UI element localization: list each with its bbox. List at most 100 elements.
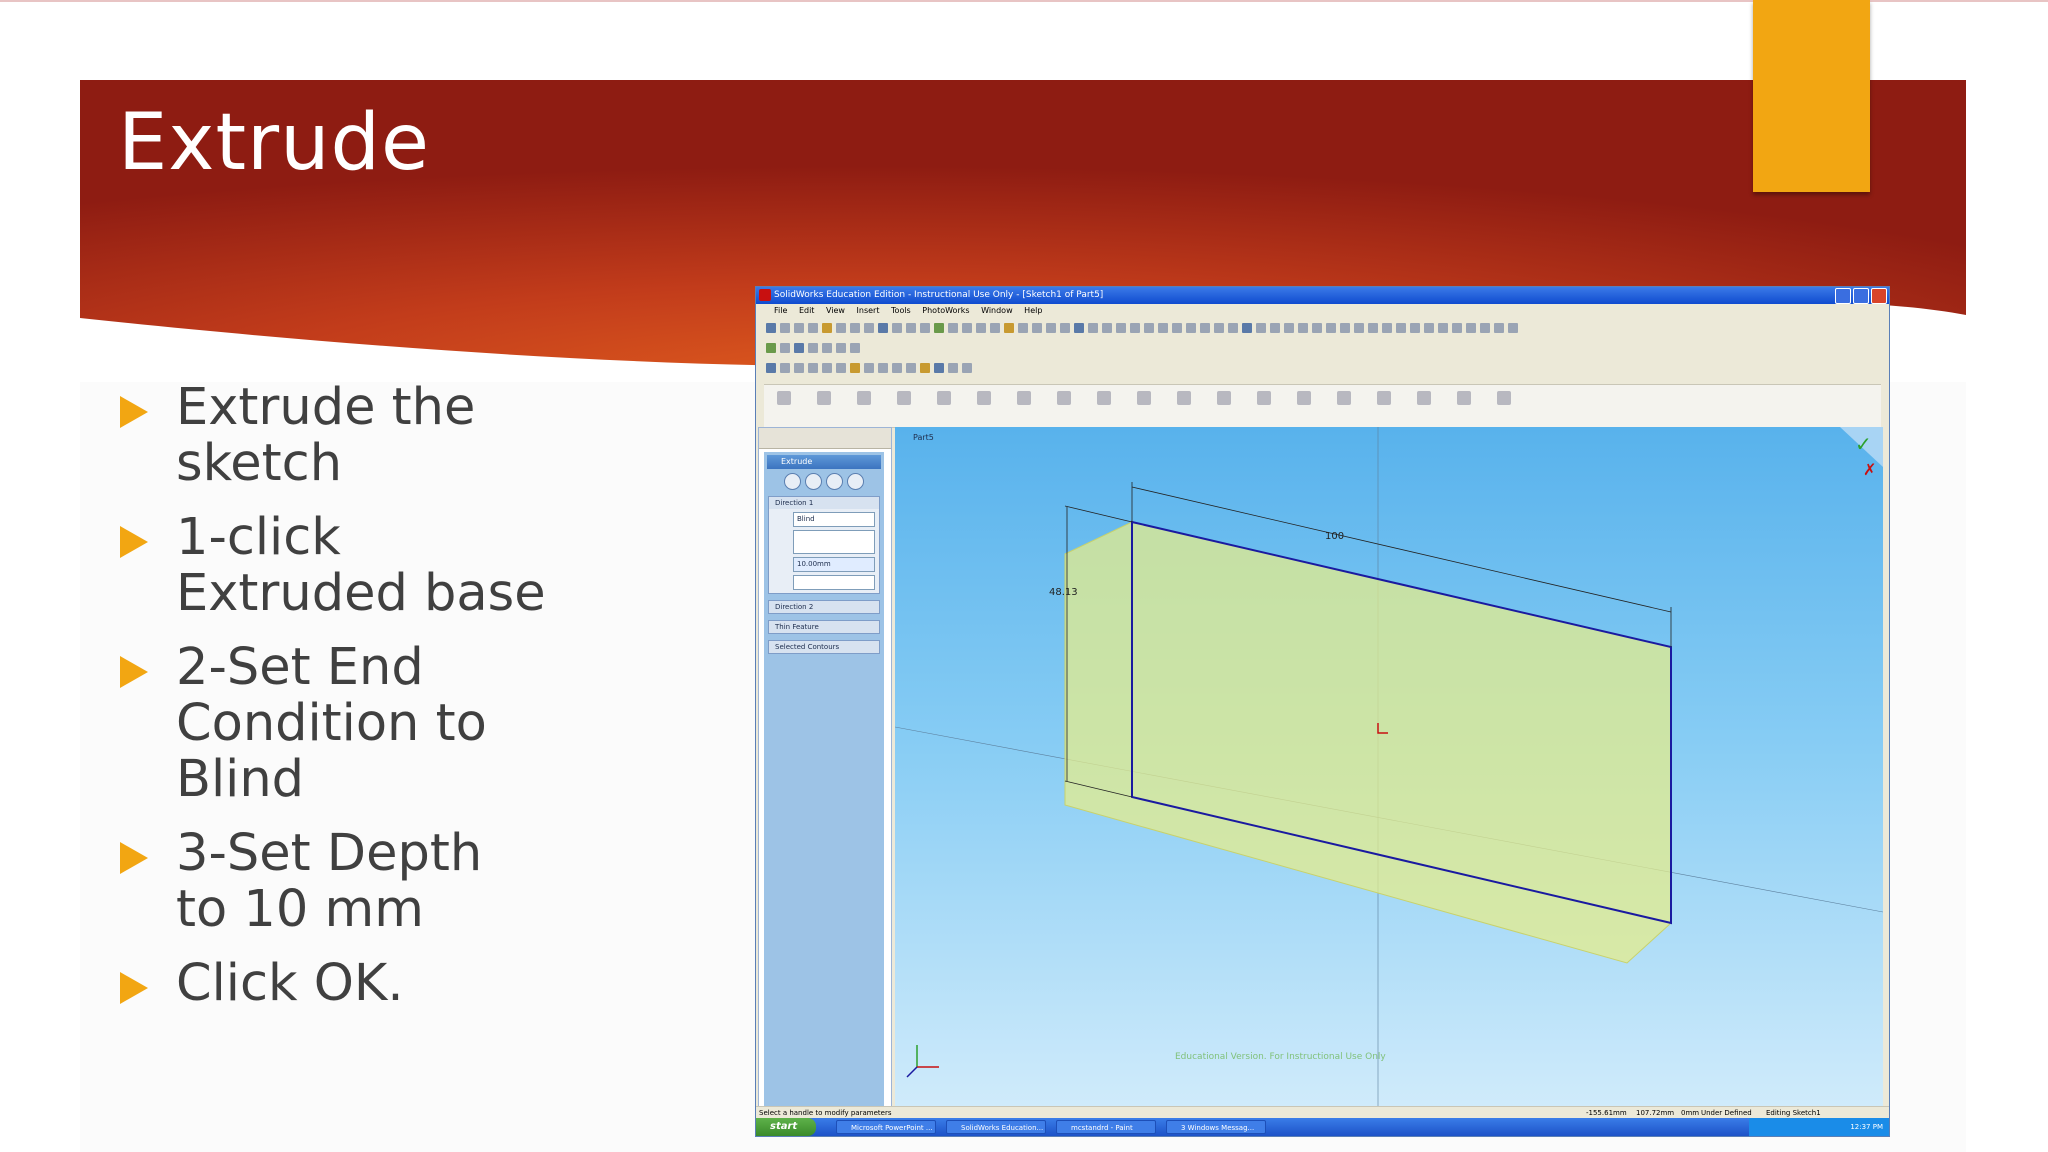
extruded-boss-icon[interactable] (857, 391, 871, 405)
linear-pattern-icon[interactable] (1337, 391, 1351, 405)
status-hint: Select a handle to modify parameters (759, 1109, 892, 1117)
feature-manager-panel: Extrude Direction 1 Blind 10.00mm Direct… (758, 427, 892, 1119)
educational-watermark: Educational Version. For Instructional U… (1175, 1052, 1386, 1062)
ok-button[interactable] (784, 473, 801, 490)
thin-feature-group[interactable]: Thin Feature (768, 620, 880, 634)
bullet-item: 1-click Extruded base (118, 510, 548, 622)
draft-icon[interactable] (1257, 391, 1271, 405)
window-title-bar: SolidWorks Education Edition - Instructi… (756, 287, 1889, 304)
accent-tab (1753, 0, 1870, 192)
confirm-cancel-icon[interactable]: ✗ (1863, 460, 1876, 479)
end-condition-select[interactable]: Blind (793, 512, 875, 527)
bullet-text: Click OK. (176, 954, 404, 1013)
direction-reference-field[interactable] (793, 530, 875, 554)
direction2-header[interactable]: Direction 2 (769, 601, 879, 613)
close-button[interactable] (1871, 288, 1887, 304)
minimize-button[interactable] (1835, 288, 1851, 304)
width-dimension[interactable]: 100 (1325, 531, 1344, 542)
bullet-arrow-icon (120, 396, 148, 428)
window-controls (1835, 288, 1887, 304)
slide-title: Extrude (118, 98, 431, 188)
taskbar-item[interactable]: SolidWorks Education... (946, 1120, 1046, 1134)
confirm-ok-icon[interactable]: ✓ (1855, 432, 1872, 456)
menu-edit[interactable]: Edit (799, 306, 815, 315)
bullet-text: 3-Set Depth to 10 mm (176, 824, 483, 939)
chamfer-icon[interactable] (1137, 391, 1151, 405)
menu-bar: File Edit View Insert Tools PhotoWorks W… (756, 304, 1889, 318)
top-border (0, 0, 2048, 2)
circular-pattern-icon[interactable] (1377, 391, 1391, 405)
bullet-arrow-icon (120, 972, 148, 1004)
bullet-text: 2-Set End Condition to Blind (176, 638, 487, 809)
standard-toolbar (764, 320, 1881, 336)
bullet-text: Extrude the sketch (176, 378, 476, 493)
thin-feature-header[interactable]: Thin Feature (769, 621, 879, 633)
sketch-icon[interactable] (817, 391, 831, 405)
extrude-property-manager: Extrude Direction 1 Blind 10.00mm Direct… (764, 452, 884, 1112)
direction1-group: Direction 1 Blind 10.00mm (768, 496, 880, 594)
sketch-toolbar (764, 340, 964, 356)
revolved-boss-icon[interactable] (937, 391, 951, 405)
taskbar-item[interactable]: Microsoft PowerPoint ... (836, 1120, 936, 1134)
bullet-arrow-icon (120, 842, 148, 874)
system-tray: 12:37 PM (1749, 1118, 1889, 1136)
window-title: SolidWorks Education Edition - Instructi… (774, 290, 1104, 300)
rib-icon[interactable] (1177, 391, 1191, 405)
menu-help[interactable]: Help (1024, 306, 1042, 315)
reference-geometry-icon[interactable] (1457, 391, 1471, 405)
menu-file[interactable]: File (774, 306, 787, 315)
solidworks-logo-icon (759, 289, 771, 301)
height-dimension[interactable]: 48.13 (1049, 587, 1078, 598)
direction2-group[interactable]: Direction 2 (768, 600, 880, 614)
model-view: Part5 100 48.13 ✓ ✗ Educational Version.… (895, 427, 1883, 1117)
direction1-header[interactable]: Direction 1 (769, 497, 879, 509)
menu-window[interactable]: Window (981, 306, 1013, 315)
fillet-icon[interactable] (1097, 391, 1111, 405)
hole-wizard-icon[interactable] (1297, 391, 1311, 405)
preview-button[interactable] (826, 473, 843, 490)
mirror-icon[interactable] (1417, 391, 1431, 405)
status-bar: Select a handle to modify parameters -15… (756, 1106, 1889, 1118)
tree-root-label: Part5 (913, 433, 934, 442)
features-icon[interactable] (777, 391, 791, 405)
menu-photoworks[interactable]: PhotoWorks (922, 306, 969, 315)
panel-tabs[interactable] (759, 428, 891, 449)
extruded-cut-icon[interactable] (897, 391, 911, 405)
graphics-area[interactable]: Part5 100 48.13 ✓ ✗ Educational Version.… (895, 427, 1883, 1117)
maximize-button[interactable] (1853, 288, 1869, 304)
menu-view[interactable]: View (826, 306, 845, 315)
taskbar-item[interactable]: mcstandrd - Paint (1056, 1120, 1156, 1134)
bullet-list: Extrude the sketch 1-click Extruded base… (118, 380, 548, 1030)
draft-field[interactable] (793, 575, 875, 590)
selected-contours-group[interactable]: Selected Contours (768, 640, 880, 654)
revolved-cut-icon[interactable] (977, 391, 991, 405)
bullet-arrow-icon (120, 526, 148, 558)
selected-contours-header[interactable]: Selected Contours (769, 641, 879, 653)
lofted-boss-icon[interactable] (1057, 391, 1071, 405)
menu-insert[interactable]: Insert (857, 306, 880, 315)
curves-icon[interactable] (1497, 391, 1511, 405)
extrude-preview (1064, 521, 1672, 964)
help-button[interactable] (847, 473, 864, 490)
depth-input[interactable]: 10.00mm (793, 557, 875, 572)
start-button[interactable]: start (756, 1118, 816, 1136)
bullet-item: 3-Set Depth to 10 mm (118, 826, 548, 938)
clock: 12:37 PM (1850, 1123, 1883, 1131)
command-manager (764, 384, 1881, 428)
swept-boss-icon[interactable] (1017, 391, 1031, 405)
cancel-button[interactable] (805, 473, 822, 490)
taskbar-item[interactable]: 3 Windows Messag... (1166, 1120, 1266, 1134)
menu-tools[interactable]: Tools (891, 306, 911, 315)
bullet-item: 2-Set End Condition to Blind (118, 640, 548, 808)
solidworks-screenshot: SolidWorks Education Edition - Instructi… (755, 286, 1890, 1137)
property-manager-buttons (764, 473, 884, 490)
windows-taskbar: start Microsoft PowerPoint ... SolidWork… (756, 1118, 1889, 1136)
bullet-text: 1-click Extruded base (176, 508, 546, 623)
shell-icon[interactable] (1217, 391, 1231, 405)
triad-icon (906, 1045, 939, 1078)
bullet-item: Click OK. (118, 956, 548, 1012)
bullet-arrow-icon (120, 656, 148, 688)
view-toolbar (764, 360, 1064, 376)
bullet-item: Extrude the sketch (118, 380, 548, 492)
property-manager-title: Extrude (767, 455, 881, 469)
